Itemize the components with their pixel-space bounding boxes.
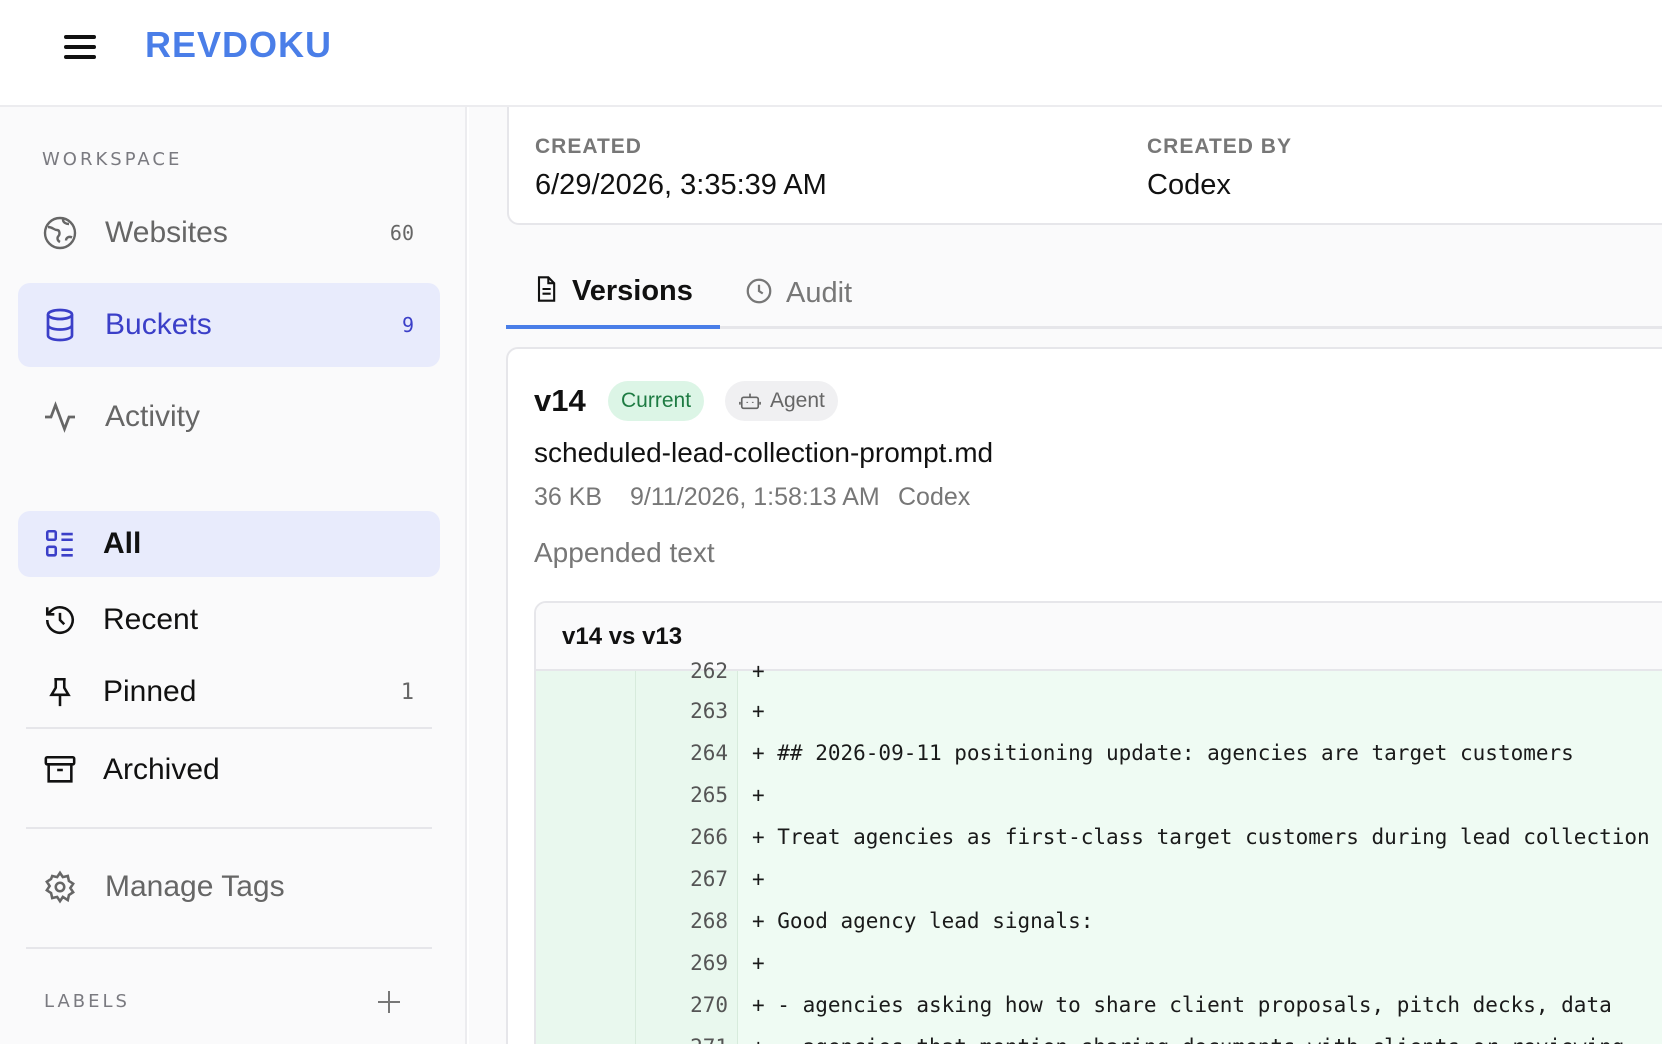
history-icon	[42, 602, 78, 638]
diff-line: 271 + - agencies that mention sharing doc…	[536, 1025, 1662, 1044]
diff-line-number: 263	[690, 699, 728, 723]
sidebar-item-archived[interactable]: Archived	[18, 737, 440, 803]
diff-line-number: 268	[690, 909, 728, 933]
archive-icon	[42, 752, 78, 788]
sidebar-item-label: Recent	[103, 603, 199, 636]
bucket-meta-card: CREATED 6/29/2026, 3:35:39 AM CREATED BY…	[507, 107, 1662, 225]
diff-line-text: + Treat agencies as first-class target c…	[752, 825, 1650, 849]
diff-line-text: +	[752, 659, 765, 683]
sidebar-item-buckets[interactable]: Buckets 9	[18, 283, 440, 367]
globe-icon	[42, 215, 78, 251]
sidebar-item-count: 9	[401, 313, 414, 337]
file-size: 36 KB	[534, 483, 603, 511]
labels-label: LABELS	[44, 991, 130, 1012]
created-by-label: CREATED BY	[1147, 135, 1292, 158]
diff-line-text: +	[752, 783, 765, 807]
brand-logo[interactable]: REVDOKU	[145, 24, 332, 66]
tab-bar: Versions Audit	[506, 257, 1662, 329]
tab-versions[interactable]: Versions	[506, 257, 720, 329]
agent-badge-label: Agent	[770, 389, 825, 412]
diff-line-number: 270	[690, 993, 728, 1017]
diff-line-number: 267	[690, 867, 728, 891]
diff-line-number: 262	[690, 659, 728, 683]
document-icon	[532, 274, 560, 309]
diff-body: 262 + 263 + 264 + ## 2026-09-11 positioning…	[536, 659, 1662, 1044]
sidebar-item-manage-tags[interactable]: Manage Tags	[18, 851, 440, 923]
created-label: CREATED	[535, 135, 642, 158]
diff-line: 264 + ## 2026-09-11 positioning update: a…	[536, 731, 1662, 773]
tab-label: Audit	[786, 276, 853, 309]
sidebar-item-label: All	[103, 527, 142, 560]
gear-icon	[42, 869, 78, 905]
created-value: 6/29/2026, 3:35:39 AM	[535, 169, 827, 201]
diff-line: 266 + Treat agencies as first-class targe…	[536, 815, 1662, 857]
diff-line: 262 +	[536, 649, 1662, 691]
top-bar: REVDOKU	[0, 0, 1662, 107]
diff-line: 267 +	[536, 857, 1662, 899]
activity-icon	[42, 399, 78, 435]
sidebar-item-label: Websites	[105, 216, 228, 249]
diff-line-number: 266	[690, 825, 728, 849]
diff-line-text: + - agencies that mention sharing docume…	[752, 1035, 1624, 1044]
database-icon	[42, 307, 78, 343]
add-label-button[interactable]	[374, 987, 404, 1017]
sidebar-divider	[26, 947, 432, 949]
clock-icon	[744, 276, 774, 311]
sidebar-item-label: Buckets	[105, 308, 212, 341]
diff-line: 270 + - agencies asking how to share clie…	[536, 983, 1662, 1025]
diff-line-number: 271	[636, 1035, 728, 1044]
diff-line-text: + - agencies asking how to share client …	[752, 993, 1612, 1017]
diff-line: 263 +	[536, 689, 1662, 731]
agent-badge: Agent	[725, 381, 838, 421]
tab-label: Versions	[572, 274, 693, 307]
sidebar-item-activity[interactable]: Activity	[18, 379, 440, 455]
current-badge: Current	[608, 381, 705, 421]
workspace-label: WORKSPACE	[42, 149, 183, 170]
sidebar-item-pinned[interactable]: Pinned 1	[18, 659, 440, 725]
sidebar: WORKSPACE Websites 60 Buckets 9 Activity…	[0, 107, 467, 1044]
sidebar-item-all[interactable]: All	[18, 511, 440, 577]
diff-viewer[interactable]: v14 vs v13 262 + 263 + 264 + ## 2026-09-11 …	[534, 601, 1662, 1044]
manage-tags-label: Manage Tags	[105, 870, 285, 903]
version-number: v14	[534, 383, 586, 418]
sidebar-divider	[26, 727, 432, 729]
sidebar-item-count: 60	[389, 221, 414, 245]
sidebar-divider	[26, 827, 432, 829]
diff-line: 269 +	[536, 941, 1662, 983]
sidebar-item-count: 1	[400, 679, 414, 705]
diff-line-text: +	[752, 951, 765, 975]
file-timestamp: 9/11/2026, 1:58:13 AM	[630, 483, 880, 511]
sidebar-item-label: Activity	[105, 400, 201, 433]
list-icon	[42, 526, 78, 562]
version-card: v14 Current Agent scheduled-lead-collect…	[506, 347, 1662, 1044]
file-name: scheduled-lead-collection-prompt.md	[534, 437, 994, 468]
created-by-value: Codex	[1147, 169, 1231, 201]
sidebar-item-label: Pinned	[103, 675, 197, 708]
diff-line-text: + Good agency lead signals:	[752, 909, 1094, 933]
diff-line-text: + ## 2026-09-11 positioning update: agen…	[752, 741, 1574, 765]
diff-line: 265 +	[536, 773, 1662, 815]
sidebar-item-label: Archived	[103, 753, 220, 786]
robot-icon	[738, 390, 762, 412]
sidebar-item-websites[interactable]: Websites 60	[18, 195, 440, 271]
diff-line-number: 264	[690, 741, 728, 765]
sidebar-item-recent[interactable]: Recent	[18, 587, 440, 653]
diff-line: 268 + Good agency lead signals:	[536, 899, 1662, 941]
file-author: Codex	[898, 483, 971, 511]
tab-audit[interactable]: Audit	[744, 257, 884, 329]
hamburger-icon[interactable]	[62, 30, 100, 64]
diff-line-text: +	[752, 867, 765, 891]
diff-line-text: +	[752, 699, 765, 723]
main-content: CREATED 6/29/2026, 3:35:39 AM CREATED BY…	[469, 107, 1662, 1044]
pin-icon	[42, 674, 78, 710]
diff-line-number: 269	[690, 951, 728, 975]
diff-line-number: 265	[690, 783, 728, 807]
diff-title: v14 vs v13	[562, 623, 683, 650]
change-summary: Appended text	[534, 537, 715, 568]
